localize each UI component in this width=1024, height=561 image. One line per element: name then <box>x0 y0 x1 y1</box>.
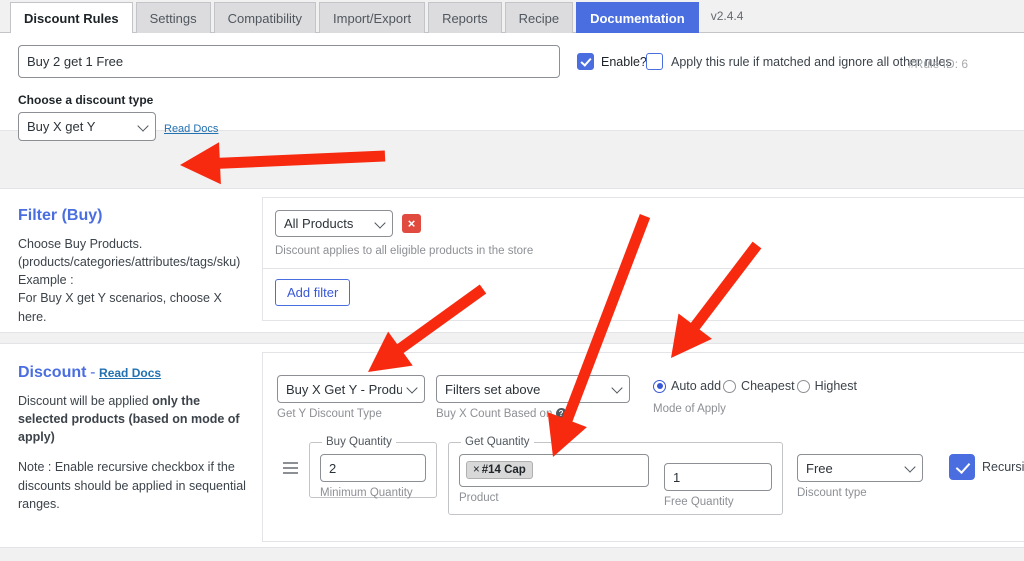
get-quantity-legend: Get Quantity <box>461 436 534 448</box>
discount-title-dash: - <box>90 364 95 381</box>
discount-type-select[interactable]: Buy X get Y <box>18 112 156 141</box>
free-quantity-group: Free Quantity <box>664 454 772 508</box>
recursive-checkbox[interactable] <box>949 454 975 480</box>
mode-radio-highest[interactable] <box>797 380 810 393</box>
tab-compatibility[interactable]: Compatibility <box>214 2 316 33</box>
general-read-docs-link[interactable]: Read Docs <box>164 123 218 135</box>
enable-label: Enable? <box>601 55 647 69</box>
enable-checkbox[interactable] <box>577 53 594 70</box>
get-y-discount-type-label: Get Y Discount Type <box>277 408 425 420</box>
row-discount-type-hint: Discount type <box>797 487 923 499</box>
mode-label-highest: Highest <box>815 379 857 393</box>
discount-description: Discount will be applied only the select… <box>18 392 250 446</box>
get-y-discount-type-select[interactable]: Buy X Get Y - Products <box>277 375 425 403</box>
product-chip-remove-icon[interactable]: × <box>473 464 480 476</box>
discount-section-header: Discount - Read Docs <box>18 364 250 382</box>
discount-rows-container: Buy X Get Y - Products Get Y Discount Ty… <box>262 352 1024 542</box>
general-settings-panel: Enable? Apply this rule if matched and i… <box>0 33 1024 131</box>
filter-desc-line-1: Choose Buy Products. <box>18 237 142 251</box>
remove-filter-button[interactable]: × <box>402 214 421 233</box>
discount-recursive-note: Note : Enable recursive checkbox if the … <box>18 458 250 512</box>
rule-id-label: #Rule ID: 6 <box>908 57 968 71</box>
discount-panel: Discount - Read Docs Discount will be ap… <box>0 343 1024 548</box>
exclusive-rule-checkbox[interactable] <box>646 53 663 70</box>
mode-radio-auto-add[interactable] <box>653 380 666 393</box>
version-label: v2.4.4 <box>711 9 744 32</box>
discount-section-title: Discount <box>18 364 86 381</box>
tab-bar: Discount Rules Settings Compatibility Im… <box>0 0 1024 33</box>
buy-quantity-fieldset: Buy Quantity Minimum Quantity <box>309 436 437 498</box>
product-field-group: ×#14 Cap Product <box>459 454 649 504</box>
filter-type-select[interactable]: All Products <box>275 210 393 237</box>
add-filter-button[interactable]: Add filter <box>275 279 350 306</box>
buy-quantity-legend: Buy Quantity <box>322 436 396 448</box>
filter-desc-line-2: (products/categories/attributes/tags/sku… <box>18 255 240 287</box>
product-chip[interactable]: ×#14 Cap <box>466 461 533 479</box>
tab-reports[interactable]: Reports <box>428 2 502 33</box>
tab-documentation[interactable]: Documentation <box>576 2 699 33</box>
discount-read-docs-link[interactable]: Read Docs <box>99 366 161 380</box>
free-quantity-hint: Free Quantity <box>664 496 772 508</box>
filter-rows-container: All Products × Discount applies to all e… <box>262 197 1024 321</box>
filter-buy-panel: Filter (Buy) Choose Buy Products. (produ… <box>0 188 1024 333</box>
filter-type-select-wrap: All Products <box>275 210 393 237</box>
buy-x-count-based-text: Buy X Count Based on <box>436 408 552 420</box>
get-y-discount-type-group: Buy X Get Y - Products Get Y Discount Ty… <box>277 375 425 420</box>
mode-label-auto-add: Auto add <box>671 379 721 393</box>
get-y-discount-type-select-wrap: Buy X Get Y - Products <box>277 375 425 403</box>
discount-type-group: Free Discount type <box>797 454 923 499</box>
buy-quantity-input[interactable] <box>320 454 426 482</box>
buy-x-count-based-select-wrap: Filters set above <box>436 375 630 403</box>
tab-settings[interactable]: Settings <box>136 2 211 33</box>
recursive-group: Recursive? × <box>949 454 1024 480</box>
mode-radio-cheapest[interactable] <box>723 380 736 393</box>
discount-type-label: Choose a discount type <box>18 93 218 107</box>
get-quantity-fieldset: Get Quantity ×#14 Cap Product Free Quant… <box>448 436 783 515</box>
mode-of-apply-label: Mode of Apply <box>653 403 857 415</box>
product-multiselect[interactable]: ×#14 Cap <box>459 454 649 487</box>
tab-recipe[interactable]: Recipe <box>505 2 573 33</box>
product-hint: Product <box>459 492 649 504</box>
product-chip-label: #14 Cap <box>482 464 526 476</box>
row-discount-type-select-wrap: Free <box>797 454 923 482</box>
discount-type-select-wrap: Buy X get Y <box>18 112 156 141</box>
mode-label-cheapest: Cheapest <box>741 379 795 393</box>
recursive-label: Recursive? <box>982 460 1024 474</box>
drag-handle-icon[interactable] <box>283 462 298 475</box>
buy-x-count-based-select[interactable]: Filters set above <box>436 375 630 403</box>
arrow-to-discount-type-select <box>180 142 385 184</box>
row-discount-type-select[interactable]: Free <box>797 454 923 482</box>
tab-import-export[interactable]: Import/Export <box>319 2 425 33</box>
filter-hint-text: Discount applies to all eligible product… <box>275 245 1024 257</box>
buy-x-count-based-label: Buy X Count Based on ? <box>436 408 630 420</box>
rule-title-input[interactable] <box>18 45 560 78</box>
tab-discount-rules[interactable]: Discount Rules <box>10 2 133 33</box>
discount-desc-prefix: Discount will be applied <box>18 394 152 408</box>
mode-of-apply-group: Auto add Cheapest Highest Mode of Apply <box>653 375 857 415</box>
filter-desc-line-3: For Buy X get Y scenarios, choose X here… <box>18 291 222 323</box>
filter-section-title: Filter (Buy) <box>18 207 248 225</box>
filter-section-description: Choose Buy Products. (products/categorie… <box>18 235 248 326</box>
buy-x-count-based-group: Filters set above Buy X Count Based on ? <box>436 375 630 420</box>
buy-quantity-hint: Minimum Quantity <box>320 487 426 499</box>
help-icon[interactable]: ? <box>556 408 567 419</box>
free-quantity-input[interactable] <box>664 463 772 491</box>
